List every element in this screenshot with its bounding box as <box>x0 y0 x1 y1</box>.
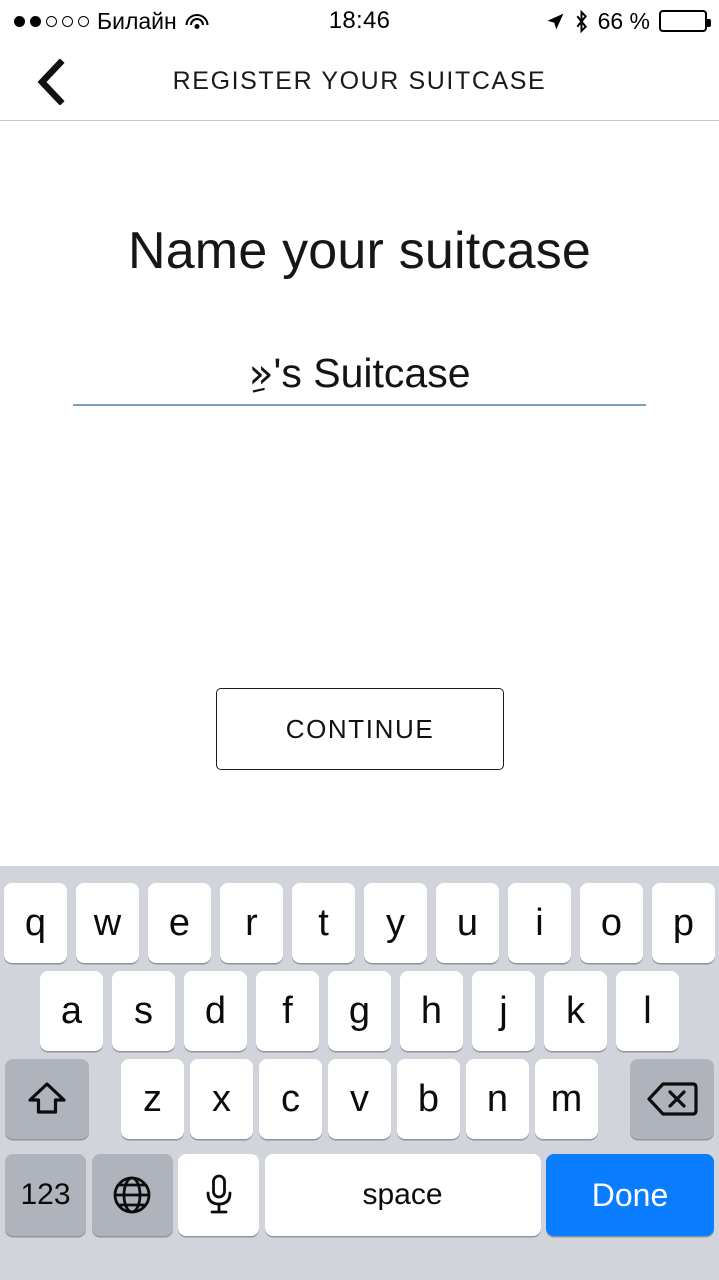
shift-up-arrow-icon <box>28 1082 66 1114</box>
keyboard-row-4: 123 space Done <box>0 1154 719 1236</box>
key-r[interactable]: r <box>220 883 283 963</box>
onscreen-keyboard: qwertyuiop asdfghjkl zxcvbnm 123 space D… <box>0 866 719 1280</box>
key-e[interactable]: e <box>148 883 211 963</box>
key-i[interactable]: i <box>508 883 571 963</box>
dictation-mic-key[interactable] <box>178 1154 259 1236</box>
globe-language-icon <box>113 1176 151 1214</box>
key-l[interactable]: l <box>616 971 679 1051</box>
key-b[interactable]: b <box>397 1059 460 1139</box>
key-d[interactable]: d <box>184 971 247 1051</box>
status-bar: Билайн 18:46 66 % <box>0 0 719 42</box>
numbers-key[interactable]: 123 <box>5 1154 86 1236</box>
backspace-key[interactable] <box>630 1059 714 1139</box>
bluetooth-icon <box>576 9 587 33</box>
key-x[interactable]: x <box>190 1059 253 1139</box>
field-underline <box>73 404 646 406</box>
key-z[interactable]: z <box>121 1059 184 1139</box>
key-j[interactable]: j <box>472 971 535 1051</box>
globe-language-key[interactable] <box>91 1154 173 1236</box>
keyboard-row-2: asdfghjkl <box>0 971 719 1051</box>
page-title: REGISTER YOUR SUITCASE <box>172 67 547 95</box>
keyboard-row-3-letters: zxcvbnm <box>121 1059 598 1139</box>
key-t[interactable]: t <box>292 883 355 963</box>
key-w[interactable]: w <box>76 883 139 963</box>
headline: Name your suitcase <box>127 222 592 280</box>
shift-key[interactable] <box>5 1059 89 1139</box>
backspace-delete-icon <box>647 1082 698 1116</box>
key-v[interactable]: v <box>328 1059 391 1139</box>
location-arrow-icon <box>547 13 563 29</box>
key-n[interactable]: n <box>466 1059 529 1139</box>
microphone-icon <box>206 1174 231 1214</box>
continue-button[interactable]: CONTINUE <box>216 688 504 770</box>
key-o[interactable]: o <box>580 883 643 963</box>
suitcase-name-input[interactable] <box>73 349 646 404</box>
space-key[interactable]: space <box>264 1154 541 1236</box>
key-p[interactable]: p <box>652 883 715 963</box>
keyboard-row-3: zxcvbnm <box>0 1059 719 1139</box>
key-q[interactable]: q <box>4 883 67 963</box>
keyboard-row-1: qwertyuiop <box>0 883 719 963</box>
key-h[interactable]: h <box>400 971 463 1051</box>
done-key[interactable]: Done <box>546 1154 714 1236</box>
app-screen: Билайн 18:46 66 % REGISTER YOUR SUITCASE <box>0 0 719 1280</box>
status-bar-right: 66 % <box>546 0 711 42</box>
key-f[interactable]: f <box>256 971 319 1051</box>
key-y[interactable]: y <box>364 883 427 963</box>
main-content: Name your suitcase CONTINUE <box>0 121 719 866</box>
key-c[interactable]: c <box>259 1059 322 1139</box>
suitcase-name-field-wrapper <box>73 349 646 406</box>
key-g[interactable]: g <box>328 971 391 1051</box>
key-m[interactable]: m <box>535 1059 598 1139</box>
battery-icon <box>659 10 711 32</box>
navigation-bar: REGISTER YOUR SUITCASE <box>0 42 719 121</box>
key-a[interactable]: a <box>40 971 103 1051</box>
battery-percent-label: 66 % <box>597 7 650 34</box>
key-k[interactable]: k <box>544 971 607 1051</box>
key-s[interactable]: s <box>112 971 175 1051</box>
key-u[interactable]: u <box>436 883 499 963</box>
